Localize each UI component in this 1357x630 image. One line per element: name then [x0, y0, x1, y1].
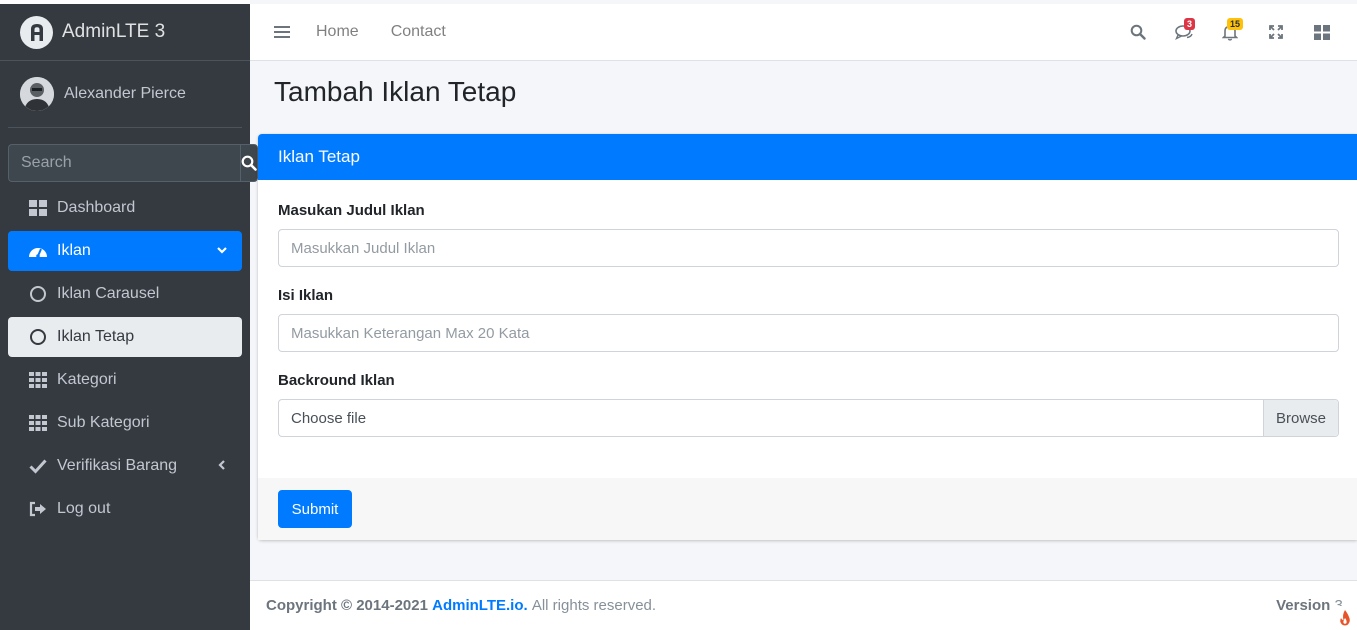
card-header: Iklan Tetap	[258, 134, 1357, 180]
sidebar-item-label: Verifikasi Barang	[57, 457, 178, 474]
adminlte-logo-icon	[20, 15, 53, 49]
tachometer-icon	[28, 243, 48, 259]
sidebar-search	[8, 144, 258, 182]
file-input-label[interactable]: Choose file	[279, 400, 1263, 436]
fullscreen-button[interactable]	[1253, 12, 1299, 52]
card-body: Masukan Judul Iklan Isi Iklan Backround …	[258, 180, 1357, 437]
navbar-right: 3 15	[1115, 12, 1345, 52]
circle-outline-icon	[28, 328, 48, 346]
version-label: Version	[1276, 597, 1331, 614]
submit-button[interactable]: Submit	[278, 490, 352, 528]
isi-iklan-input[interactable]	[278, 314, 1339, 352]
sidebar-item-label: Iklan Carausel	[57, 285, 160, 302]
sidebar-item-label: Iklan Tetap	[57, 328, 135, 345]
avatar	[20, 77, 54, 111]
sidebar-item-iklan[interactable]: Iklan	[8, 231, 242, 271]
sidebar-item-label: Dashboard	[57, 199, 136, 216]
th-large-icon	[1314, 24, 1330, 40]
judul-iklan-input[interactable]	[278, 229, 1339, 267]
sidebar-item-label: Iklan	[57, 242, 91, 259]
top-navbar: Home Contact 3 15	[250, 4, 1357, 61]
isi-label: Isi Iklan	[278, 287, 334, 304]
navbar-search-button[interactable]	[1115, 12, 1161, 52]
control-sidebar-button[interactable]	[1299, 12, 1345, 52]
adminlte-link[interactable]: AdminLTE.io.	[432, 597, 528, 614]
sidebar-item-label: Kategori	[57, 371, 117, 388]
dashboard-tiles-icon	[28, 200, 48, 216]
sidebar-item-dashboard[interactable]: Dashboard	[8, 188, 242, 228]
expand-arrows-icon	[1269, 25, 1283, 39]
search-icon	[1130, 24, 1146, 40]
main-footer: Copyright © 2014-2021 AdminLTE.io. All r…	[250, 580, 1357, 630]
nav-link-contact[interactable]: Contact	[391, 23, 446, 41]
chevron-down-icon[interactable]	[216, 243, 228, 261]
sidebar-item-iklan-carausel[interactable]: Iklan Carausel	[8, 274, 242, 314]
brand-link[interactable]: AdminLTE 3	[0, 4, 250, 61]
nav-link-home[interactable]: Home	[316, 23, 359, 41]
main-sidebar: AdminLTE 3 Alexander Pierce Dashboard Ik…	[0, 0, 258, 630]
sidebar-item-kategori[interactable]: Kategori	[8, 360, 242, 400]
chevron-left-icon[interactable]	[216, 458, 228, 476]
notifications-button[interactable]: 15	[1207, 12, 1253, 52]
notifications-badge: 15	[1226, 18, 1243, 30]
sidebar-item-iklan-tetap[interactable]: Iklan Tetap	[8, 317, 242, 357]
judul-label: Masukan Judul Iklan	[278, 202, 425, 219]
sidebar-item-log-out[interactable]: Log out	[8, 489, 242, 529]
copyright-text: Copyright © 2014-2021	[266, 597, 428, 614]
brand-text: AdminLTE 3	[62, 21, 166, 42]
grid-icon	[28, 415, 48, 431]
check-icon	[28, 458, 48, 474]
messages-button[interactable]: 3	[1161, 12, 1207, 52]
user-panel[interactable]: Alexander Pierce	[8, 61, 242, 128]
card-footer: Submit	[258, 478, 1357, 540]
sidebar-search-button[interactable]	[240, 144, 258, 182]
search-icon	[241, 155, 257, 171]
sidebar-item-label: Sub Kategori	[57, 414, 150, 431]
sidebar-nav: Dashboard Iklan Iklan Carausel Iklan Tet…	[8, 188, 242, 529]
sidebar-item-sub-kategori[interactable]: Sub Kategori	[8, 403, 242, 443]
circle-outline-icon	[28, 285, 48, 303]
background-label: Backround Iklan	[278, 372, 395, 389]
rights-text: All rights reserved.	[531, 597, 657, 614]
flame-icon[interactable]	[1333, 606, 1357, 630]
sidebar-item-verifikasi-barang[interactable]: Verifikasi Barang	[8, 446, 242, 486]
page-title: Tambah Iklan Tetap	[274, 76, 517, 107]
sidebar-item-label: Log out	[57, 500, 111, 517]
grid-icon	[28, 372, 48, 388]
user-name[interactable]: Alexander Pierce	[64, 85, 186, 103]
sidebar-search-input[interactable]	[8, 144, 240, 182]
background-file-input[interactable]: Choose file Browse	[278, 399, 1339, 437]
hamburger-menu-icon[interactable]	[274, 25, 290, 39]
messages-badge: 3	[1183, 18, 1195, 30]
sign-out-icon	[28, 501, 48, 517]
form-card: Iklan Tetap Masukan Judul Iklan Isi Ikla…	[258, 134, 1357, 540]
browse-button[interactable]: Browse	[1263, 400, 1338, 436]
